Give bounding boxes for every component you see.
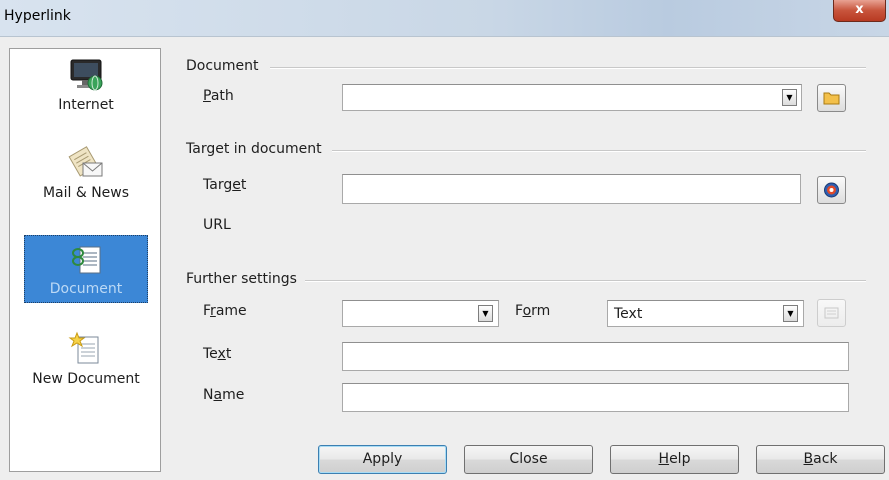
events-button[interactable] [817, 299, 846, 327]
back-button[interactable]: Back [756, 445, 885, 474]
sidebar-item-label: Mail & News [42, 185, 130, 201]
form-label: Form [515, 303, 551, 319]
internet-monitor-icon [68, 57, 104, 93]
target-in-document-button[interactable] [817, 176, 846, 204]
sidebar-item-label: Document [49, 281, 123, 297]
events-icon [824, 307, 839, 319]
target-input[interactable] [342, 174, 801, 204]
folder-icon [823, 92, 840, 105]
section-divider [332, 150, 866, 152]
document-link-icon [68, 241, 104, 277]
frame-dropdown-button[interactable]: ▼ [478, 305, 493, 322]
open-file-button[interactable] [817, 84, 846, 112]
sidebar-item-label: Internet [58, 97, 114, 113]
sidebar-item-new-document[interactable]: New Document [24, 331, 148, 399]
close-button[interactable]: Close [464, 445, 593, 474]
window-title: Hyperlink [4, 8, 71, 24]
text-input[interactable] [342, 342, 849, 371]
target-label: Target [203, 177, 247, 193]
frame-combobox[interactable] [342, 300, 499, 327]
section-divider [270, 67, 866, 69]
url-label: URL [203, 217, 231, 233]
sidebar-item-mail-news[interactable]: Mail & News [24, 145, 148, 213]
path-combobox[interactable] [342, 84, 802, 111]
sidebar-item-document[interactable]: Document [24, 235, 148, 303]
section-heading-further-settings: Further settings [186, 271, 297, 287]
form-select[interactable]: Text [607, 300, 804, 327]
frame-label: Frame [203, 303, 247, 319]
apply-button[interactable]: Apply [318, 445, 447, 474]
path-dropdown-button[interactable]: ▼ [782, 89, 797, 106]
mail-news-icon [68, 145, 104, 181]
hyperlink-type-sidebar: Internet Mail & News Document New Docume… [9, 48, 161, 472]
close-window-button[interactable]: x [833, 0, 886, 22]
section-heading-target: Target in document [186, 141, 322, 157]
help-button[interactable]: Help [610, 445, 739, 474]
text-label: Text [203, 346, 232, 362]
name-input[interactable] [342, 383, 849, 412]
sidebar-item-label: New Document [32, 371, 140, 387]
section-divider [305, 280, 866, 282]
name-label: Name [203, 387, 245, 403]
new-document-icon [68, 331, 104, 367]
section-heading-document: Document [186, 58, 259, 74]
sidebar-item-internet[interactable]: Internet [24, 57, 148, 125]
title-bar: Hyperlink x [0, 0, 889, 37]
form-dropdown-button[interactable]: ▼ [783, 305, 798, 322]
path-label: Path [203, 88, 234, 104]
target-icon [824, 182, 839, 198]
